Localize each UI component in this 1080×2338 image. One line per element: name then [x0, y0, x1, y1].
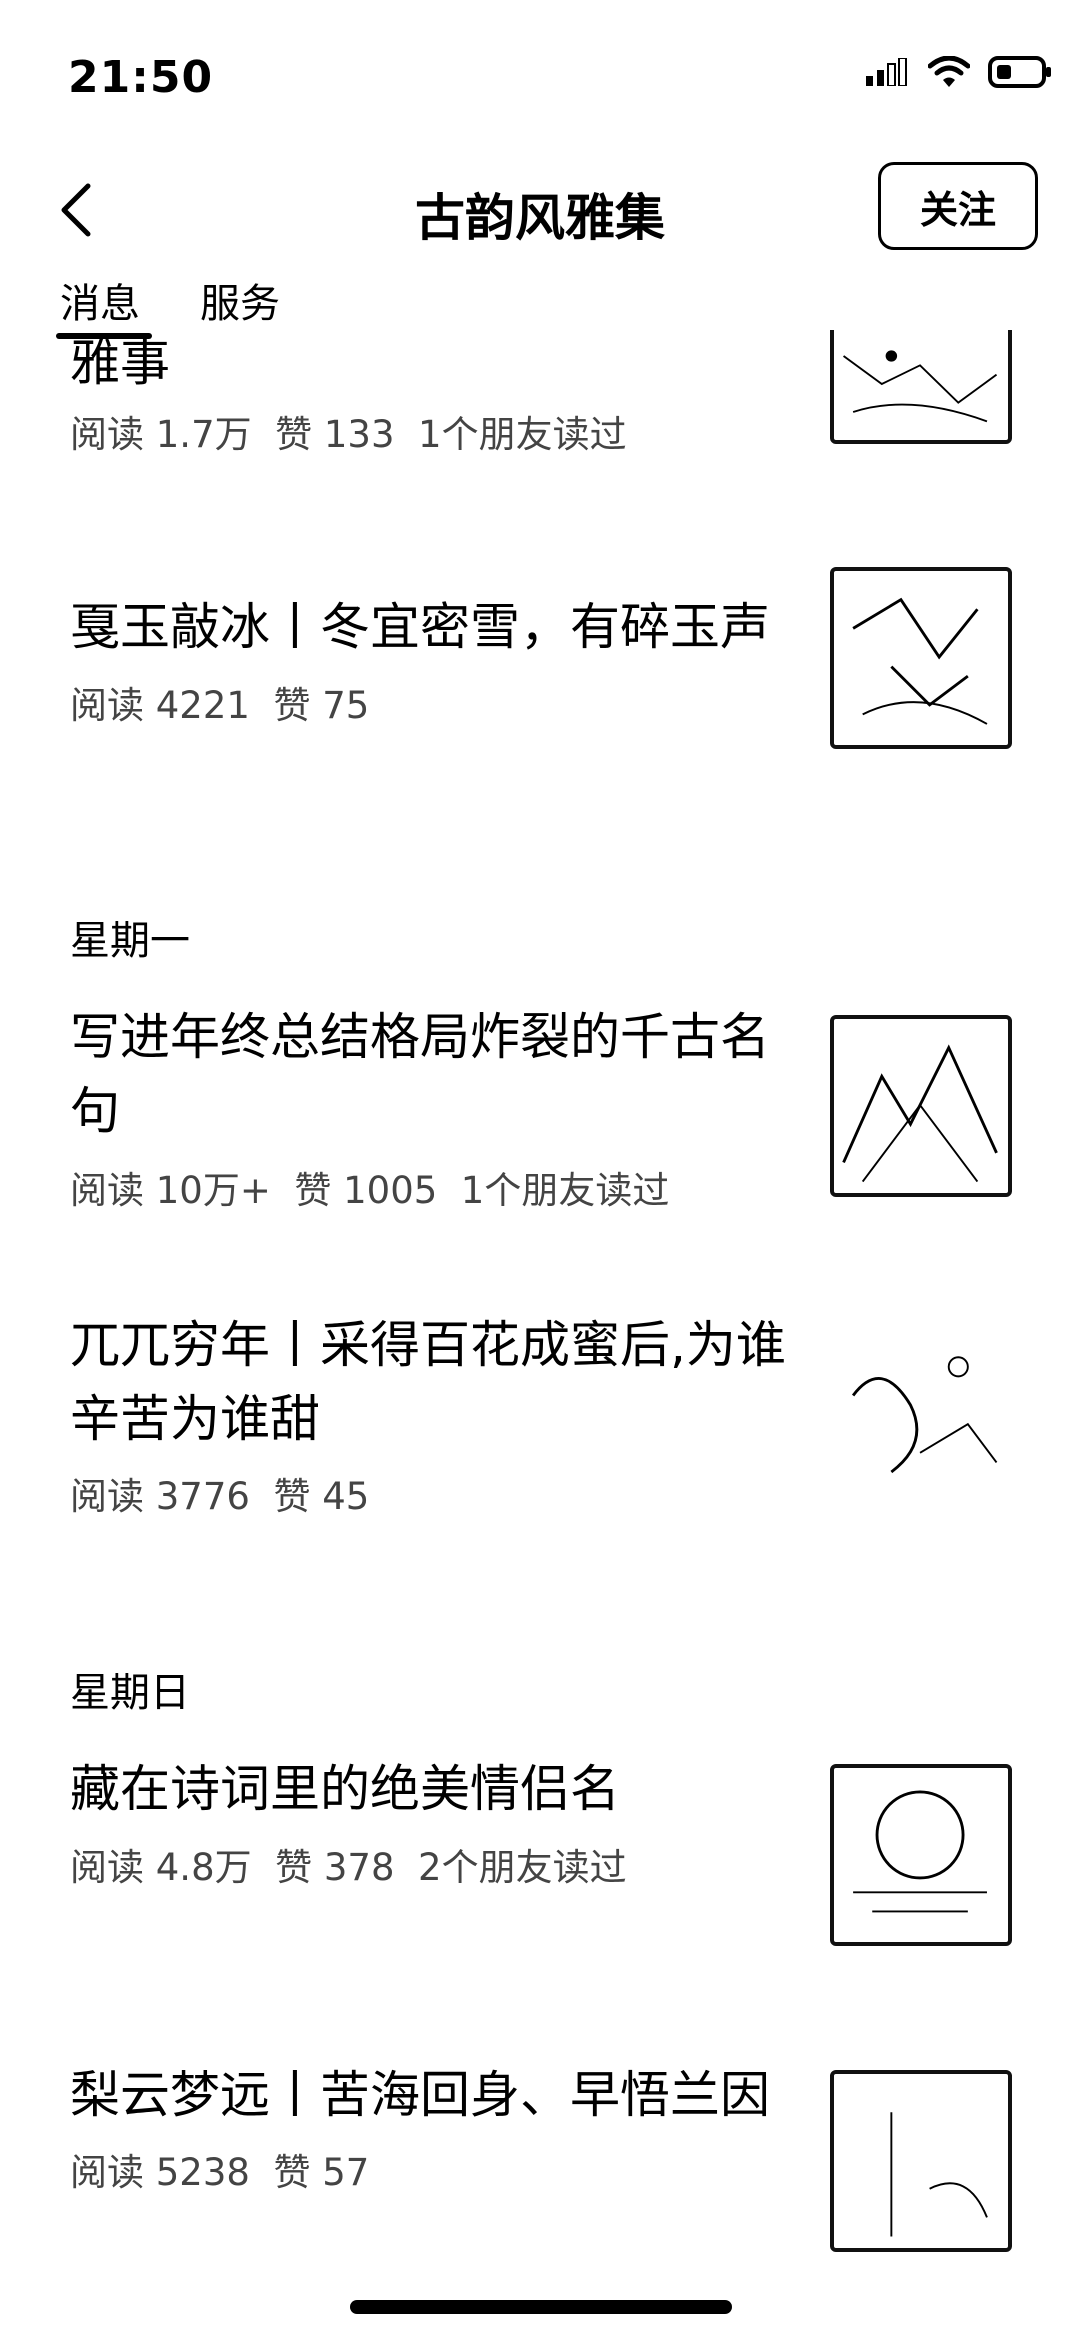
- article-thumbnail: [830, 1015, 1012, 1197]
- home-indicator[interactable]: [350, 2300, 732, 2314]
- date-header: 星期一: [70, 918, 190, 964]
- article-thumbnail: [830, 567, 1012, 749]
- signal-icon: [866, 57, 910, 90]
- battery-icon: [988, 56, 1052, 92]
- status-time: 21:50: [68, 52, 214, 103]
- article-meta: 阅读 1.7万 赞 133 1个朋友读过: [70, 413, 627, 456]
- article-meta: 阅读 4.8万 赞 378 2个朋友读过: [70, 1846, 627, 1889]
- article-meta: 阅读 10万+ 赞 1005 1个朋友读过: [70, 1169, 670, 1212]
- article-thumbnail: [830, 330, 1012, 444]
- article-meta: 阅读 3776 赞 45: [70, 1475, 370, 1518]
- article-title: 梨云梦远丨苦海回身、早悟兰因: [70, 2066, 770, 2124]
- article-meta: 阅读 5238 赞 57: [70, 2151, 370, 2194]
- follow-button[interactable]: 关注: [878, 162, 1038, 250]
- article-meta: 阅读 4221 赞 75: [70, 684, 370, 727]
- tab-messages[interactable]: 消息: [60, 271, 140, 329]
- status-icons: [866, 55, 1052, 92]
- article-thumbnail: [830, 2070, 1012, 2252]
- tab-services[interactable]: 服务: [200, 271, 280, 329]
- article-title: 藏在诗词里的绝美情侣名: [70, 1760, 620, 1818]
- article-title: 写进年终总结格局炸裂的千古名句: [70, 1008, 770, 1140]
- article-thumbnail: [830, 1315, 1012, 1497]
- article-thumbnail: [830, 1764, 1012, 1946]
- article-title: 雅事: [70, 334, 170, 392]
- date-header: 星期日: [70, 1670, 190, 1716]
- article-title: 戛玉敲冰丨冬宜密雪，有碎玉声: [70, 598, 770, 656]
- status-bar: 21:50: [0, 0, 1080, 150]
- nav-bar: 古韵风雅集 关注: [0, 150, 1080, 270]
- wifi-icon: [927, 55, 971, 92]
- article-list: 雅事 阅读 1.7万 赞 133 1个朋友读过 戛玉敲冰丨冬宜密雪，有碎玉声 阅…: [0, 330, 1080, 2280]
- article-title: 兀兀穷年丨采得百花成蜜后,为谁辛苦为谁甜: [70, 1316, 786, 1448]
